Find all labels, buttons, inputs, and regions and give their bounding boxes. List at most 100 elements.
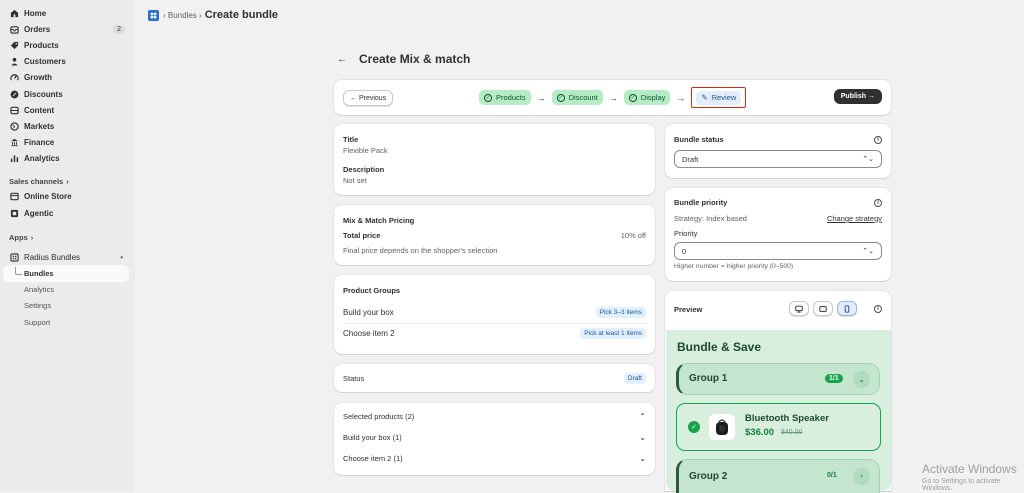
globe-icon [9,121,19,131]
app-grid-icon [9,252,19,262]
sub-item-support[interactable]: Support [0,314,135,330]
chevron-right-icon[interactable]: › [853,468,870,485]
nav-content[interactable]: Content [0,102,135,118]
selected-product-row[interactable]: Build your box (1) ⌄ [343,433,646,442]
nav-online-store[interactable]: Online Store [0,189,135,205]
step-label: Products [496,93,526,102]
selected-product-row[interactable]: Choose item 2 (1) ⌄ [343,454,646,463]
total-price-label: Total price [343,231,381,240]
bundle-status-card: Bundle status i Draft ⌃⌄ [665,124,891,178]
nav-finance[interactable]: Finance [0,135,135,151]
step-products[interactable]: ✓ Products [479,90,531,105]
sub-item-analytics[interactable]: Analytics [0,282,135,298]
stepper-arrows-icon[interactable]: ⌃⌄ [862,247,874,255]
priority-help-text: Higher number = higher priority (0–500) [674,263,794,270]
info-icon[interactable]: i [874,198,882,207]
chevron-right-icon: › [66,176,69,186]
store-icon [9,192,19,202]
sub-item-label: Settings [24,301,52,311]
product-option[interactable]: ✓ Bluetooth Speaker $36.00 $40.00 [676,403,881,451]
step-label: Review [711,93,737,102]
nav-radius-bundles[interactable]: Radius Bundles • [0,249,135,265]
group-1-header[interactable]: Group 1 1/1 ⌄ [676,363,880,395]
sub-item-label: Bundles [24,269,54,279]
bundle-status-select[interactable]: Draft ⌃⌄ [674,150,882,168]
breadcrumb-parent-link[interactable]: Bundles [168,11,197,20]
arrow-right-icon: → [536,92,546,103]
page-title: Create Mix & match [359,52,471,66]
nav-discounts[interactable]: Discounts [0,86,135,102]
step-discount[interactable]: ✓ Discount [551,90,603,105]
step-review[interactable]: ✎ Review [691,87,747,108]
nav-markets[interactable]: Markets [0,118,135,134]
group-count-pill: 1/1 [825,374,843,383]
chevron-right-icon: › [30,233,34,243]
arrow-right-icon: → [676,92,686,103]
chevron-down-icon: ⌄ [639,433,646,442]
select-chevron-icon: ⌃⌄ [862,156,874,163]
info-icon[interactable]: i [874,135,882,144]
pricing-heading: Mix & Match Pricing [343,216,415,225]
back-arrow-button[interactable]: ← [335,52,349,66]
nav-home[interactable]: Home [0,5,135,21]
page-header: ← Create Mix & match [335,52,470,66]
nav-agentic[interactable]: Agentic [0,205,135,221]
app-logo-icon [148,9,159,21]
content-icon [9,105,19,115]
nav-label: Finance [24,138,55,148]
mobile-icon[interactable] [837,301,857,316]
publish-button[interactable]: Publish → [833,89,882,104]
selected-product-label: Choose item 2 (1) [343,454,403,463]
step-label: Discount [568,93,598,102]
windows-activation-watermark: Activate Windows Go to Settings to activ… [922,462,1024,492]
nav-orders[interactable]: Orders 2 [0,21,135,37]
nav-products[interactable]: Products [0,37,135,53]
input-value: 0 [682,246,687,256]
sub-item-settings[interactable]: Settings [0,298,135,314]
tablet-icon[interactable] [813,301,833,316]
selected-product-label: Build your box (1) [343,433,402,442]
bundle-status-label: Bundle status [674,135,724,144]
title-label: Title [343,135,359,144]
nav-label: Agentic [24,208,54,218]
product-thumbnail [709,414,735,440]
selected-products-header[interactable]: Selected products (2) ⌃ [343,412,646,421]
nav-label: Products [24,40,59,50]
check-icon: ✓ [556,93,565,102]
chevron-down-icon[interactable]: ⌄ [853,371,870,388]
nav-label: Growth [24,73,52,83]
nav-label: Online Store [24,192,72,202]
breadcrumb-current: Create bundle [204,9,279,21]
title-value: Flexible Pack [343,146,388,155]
group-2-header[interactable]: Group 2 0/1 › [676,459,880,493]
discount-icon [9,89,19,99]
app-menu-dots[interactable]: • [120,253,123,262]
sales-channels-heading[interactable]: Sales channels › [0,173,135,189]
change-strategy-link[interactable]: Change strategy [827,214,882,223]
info-icon[interactable]: i [874,305,882,313]
bundle-priority-card: Bundle priority i Strategy: Index based … [665,188,891,281]
product-price: $36.00 [745,427,775,438]
priority-label: Priority [674,229,698,238]
chart-icon [9,154,19,164]
step-display[interactable]: ✓ Display [623,90,671,105]
nav-customers[interactable]: Customers [0,54,135,70]
agentic-icon [9,208,19,218]
previous-button[interactable]: ← Previous [343,90,394,106]
nav-label: Orders [24,24,51,34]
tag-icon [9,40,19,50]
step-label: Display [640,93,666,102]
apps-heading[interactable]: Apps › [0,229,135,245]
nav-label: Customers [24,57,66,67]
desktop-icon[interactable] [789,301,809,316]
nav-growth[interactable]: Growth [0,70,135,86]
nav-label: Home [24,8,47,18]
speaker-icon [716,419,728,435]
sub-item-bundles[interactable]: Bundles [3,265,129,282]
orders-count-badge: 2 [113,24,125,34]
priority-input[interactable]: 0 ⌃⌄ [674,242,882,260]
product-name: Bluetooth Speaker [745,413,829,424]
nav-label: Radius Bundles [24,252,81,262]
arrow-right-icon: → [608,92,618,103]
nav-analytics[interactable]: Analytics [0,151,135,167]
